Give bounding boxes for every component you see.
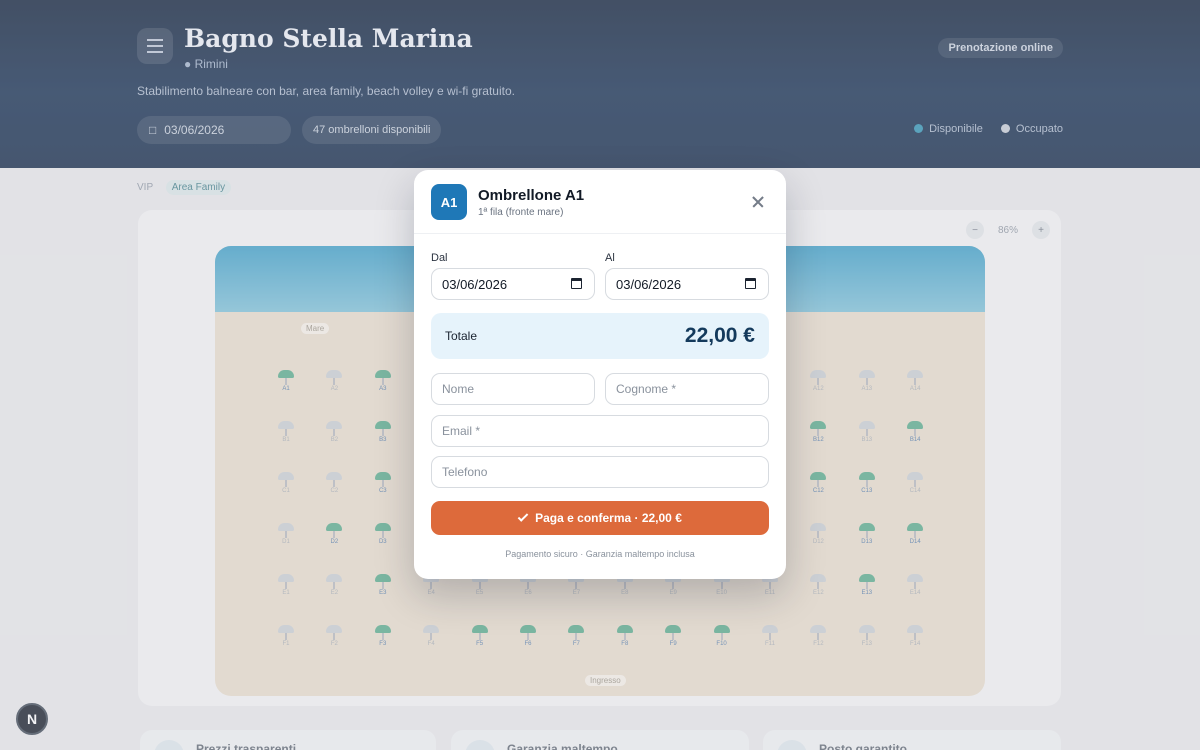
- umbrella-badge: A1: [431, 184, 467, 220]
- total-value: 22,00 €: [684, 324, 755, 347]
- booking-modal: A1 Ombrellone A1 1ª fila (fronte mare) D…: [414, 170, 786, 579]
- from-label: Dal: [431, 252, 448, 264]
- from-date-input[interactable]: 03/06/2026: [431, 268, 595, 300]
- pay-confirm-button[interactable]: Paga e conferma · 22,00 €: [431, 501, 769, 535]
- calendar-icon[interactable]: [745, 278, 756, 289]
- to-date-input[interactable]: 03/06/2026: [605, 268, 769, 300]
- phone-input[interactable]: [431, 456, 769, 488]
- last-name-input[interactable]: [605, 373, 769, 405]
- to-date-value: 03/06/2026: [616, 276, 682, 292]
- from-date-value: 03/06/2026: [442, 276, 508, 292]
- modal-subtitle: 1ª fila (fronte mare): [478, 207, 564, 218]
- modal-header: A1 Ombrellone A1 1ª fila (fronte mare): [414, 170, 786, 234]
- modal-title: Ombrellone A1: [478, 187, 585, 204]
- check-icon: [517, 511, 529, 522]
- pay-button-label: Paga e conferma · 22,00 €: [535, 511, 682, 525]
- payment-note: Pagamento sicuro · Garanzia maltempo inc…: [505, 549, 695, 559]
- calendar-icon[interactable]: [571, 278, 582, 289]
- first-name-input[interactable]: [431, 373, 595, 405]
- total-box: Totale 22,00 €: [431, 313, 769, 359]
- email-input[interactable]: [431, 415, 769, 447]
- close-icon[interactable]: [748, 192, 768, 212]
- to-label: Al: [605, 252, 615, 264]
- total-label: Totale: [445, 329, 478, 343]
